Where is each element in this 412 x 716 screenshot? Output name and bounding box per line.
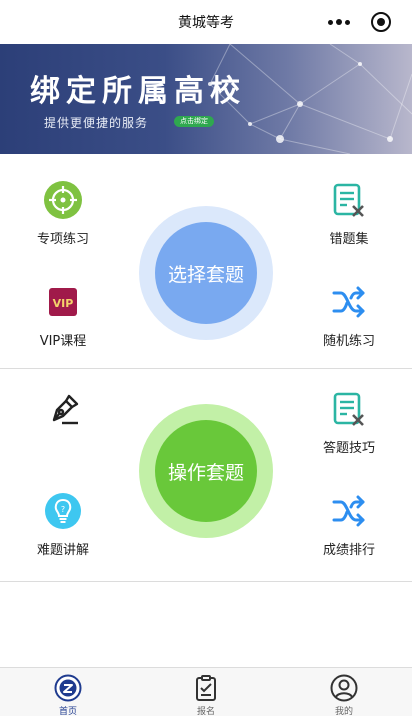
- tab-home[interactable]: 首页: [38, 672, 98, 716]
- difficult-explain-button[interactable]: ? 难题讲解: [13, 491, 113, 571]
- operation-question-set-button[interactable]: 操作套题: [139, 404, 273, 538]
- shuffle-icon: [329, 491, 369, 531]
- vip-course-label: VIP课程: [39, 334, 87, 349]
- vip-course-button[interactable]: VIP VIP课程: [13, 282, 113, 362]
- answer-tips-label: 答题技巧: [322, 441, 375, 456]
- target-icon: [43, 180, 83, 220]
- title-bar: 黄城等考: [0, 0, 412, 44]
- answer-tips-icon: [329, 389, 369, 429]
- more-menu-icon[interactable]: [328, 14, 350, 30]
- banner-subline: 提供更便捷的服务: [44, 116, 149, 130]
- tab-mine-label: 我的: [334, 707, 353, 716]
- select-question-set-label: 选择套题: [155, 222, 257, 324]
- random-practice-label: 随机练习: [322, 334, 375, 349]
- clipboard-icon: [192, 674, 220, 702]
- bind-button[interactable]: 点击绑定: [174, 116, 214, 127]
- random-practice-button[interactable]: 随机练习: [299, 282, 399, 362]
- score-ranking-label: 成绩排行: [322, 543, 375, 558]
- difficult-explain-label: 难题讲解: [36, 543, 89, 558]
- wrong-questions-button[interactable]: 错题集: [299, 180, 399, 260]
- tab-register-label: 报名: [196, 707, 215, 716]
- wrong-questions-icon: [329, 180, 369, 220]
- wrong-questions-label: 错题集: [329, 232, 369, 247]
- score-ranking-button[interactable]: 成绩排行: [299, 491, 399, 571]
- home-logo-icon: [54, 674, 82, 702]
- tab-home-label: 首页: [58, 707, 77, 716]
- banner-headline: 绑定所属高校: [30, 74, 246, 109]
- shuffle-icon: [329, 282, 369, 322]
- special-practice-label: 专项练习: [36, 232, 89, 247]
- lightbulb-icon: ?: [43, 491, 83, 531]
- vip-icon: VIP: [43, 282, 83, 322]
- operation-section: ? 难题讲解 操作套题 答题技巧 成绩排行: [0, 368, 412, 582]
- operation-question-set-label: 操作套题: [155, 420, 257, 522]
- tab-register[interactable]: 报名: [176, 672, 236, 716]
- answer-tips-button[interactable]: 答题技巧: [299, 389, 399, 469]
- pen-tool-button[interactable]: [13, 389, 113, 469]
- bind-school-banner[interactable]: 绑定所属高校 提供更便捷的服务 点击绑定: [0, 44, 412, 154]
- special-practice-button[interactable]: 专项练习: [13, 180, 113, 260]
- select-question-set-button[interactable]: 选择套题: [139, 206, 273, 340]
- bottom-tab-bar: 首页 报名 我的: [0, 667, 412, 716]
- close-miniprogram-icon[interactable]: [371, 12, 391, 32]
- svg-text:?: ?: [61, 505, 65, 514]
- user-icon: [330, 674, 358, 702]
- svg-text:VIP: VIP: [53, 297, 74, 310]
- tab-mine[interactable]: 我的: [314, 672, 374, 716]
- page-title: 黄城等考: [178, 15, 234, 31]
- pen-nib-icon: [43, 389, 83, 429]
- practice-section: 专项练习 VIP VIP课程 选择套题 错题集 随机练习: [0, 154, 412, 368]
